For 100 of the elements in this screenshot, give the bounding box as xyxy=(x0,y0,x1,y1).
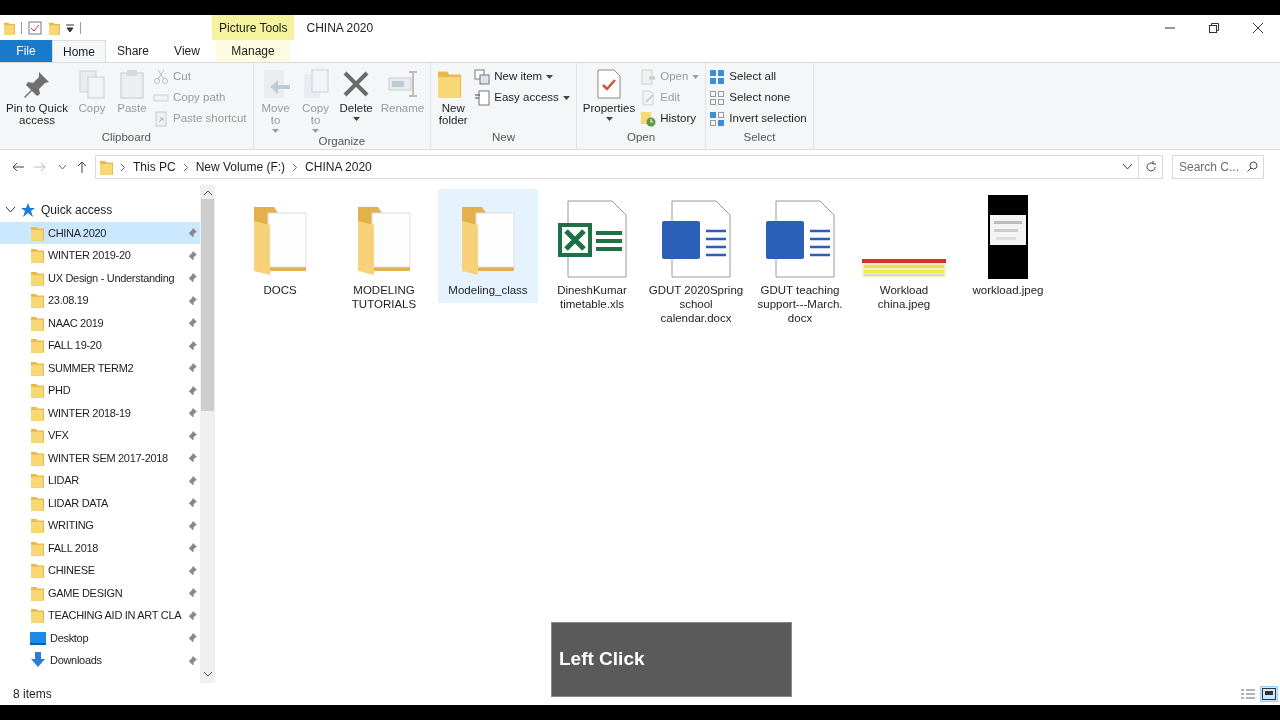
file-item[interactable]: Modeling_class xyxy=(438,189,538,303)
copy-icon xyxy=(76,68,108,100)
file-item[interactable]: MODELING TUTORIALS xyxy=(334,189,434,317)
file-name: Workload china.jpeg xyxy=(876,283,932,311)
folder-icon xyxy=(30,449,44,466)
address-bar[interactable]: This PC New Volume (F:) CHINA 2020 xyxy=(95,155,1163,179)
ribbon-button[interactable]: Properties xyxy=(579,66,639,129)
ribbon-button[interactable]: History xyxy=(640,108,703,129)
pin-icon xyxy=(188,430,197,440)
nav-item[interactable]: CHINA 2020 xyxy=(0,221,200,244)
pin-icon xyxy=(188,633,197,643)
folder-icon xyxy=(30,359,44,376)
ribbon-tab[interactable]: Home xyxy=(52,40,106,62)
ribbon-button[interactable]: Select none xyxy=(709,87,810,108)
nav-item[interactable]: WINTER 2018-19 xyxy=(0,401,200,424)
pin-icon xyxy=(188,273,197,283)
nav-item[interactable]: FALL 19-20 xyxy=(0,334,200,357)
nav-item[interactable]: VFX xyxy=(0,424,200,447)
ribbon-button[interactable]: Invert selection xyxy=(709,108,810,129)
nav-item[interactable]: PHD xyxy=(0,379,200,402)
breadcrumb[interactable]: CHINA 2020 xyxy=(305,158,372,176)
customize-icon xyxy=(66,23,74,32)
chevron-down-icon xyxy=(58,164,66,170)
expand-toggle[interactable] xyxy=(6,207,15,214)
breadcrumb[interactable]: This PC xyxy=(133,158,176,176)
nav-item[interactable]: GAME DESIGN xyxy=(0,581,200,604)
folder-icon xyxy=(30,382,44,399)
nav-item-label: LIDAR DATA xyxy=(48,495,109,511)
folder-icon xyxy=(30,607,44,624)
file-item[interactable]: DineshKumar timetable.xls xyxy=(542,189,642,317)
nav-item[interactable]: WINTER SEM 2017-2018 xyxy=(0,446,200,469)
ribbon-tab[interactable]: Manage xyxy=(216,40,290,62)
nav-item-label: CHINA 2020 xyxy=(48,225,107,241)
ribbon-tab[interactable]: Share xyxy=(106,40,160,62)
nav-item[interactable]: FALL 2018 xyxy=(0,536,200,559)
pin-icon xyxy=(188,385,197,395)
file-item[interactable]: DOCS xyxy=(230,189,330,303)
select-all-icon xyxy=(709,68,726,85)
nav-item-label: UX Design - Understanding xyxy=(48,270,175,286)
pin-icon xyxy=(188,498,197,508)
folder-icon xyxy=(30,337,44,354)
nav-item[interactable]: CHINESE xyxy=(0,559,200,582)
up-arrow-icon xyxy=(77,161,87,173)
download-icon xyxy=(30,652,46,669)
pin-icon xyxy=(188,250,197,260)
search-icon xyxy=(1247,161,1258,172)
folder-icon xyxy=(99,159,113,175)
nav-item[interactable]: 23.08.19 xyxy=(0,289,200,312)
nav-item-label: TEACHING AID IN ART CLA xyxy=(48,608,182,623)
nav-item[interactable]: WRITING xyxy=(0,514,200,537)
ribbon-button[interactable]: Select all xyxy=(709,66,810,87)
breadcrumb[interactable]: New Volume (F:) xyxy=(195,158,286,176)
ribbon-button[interactable]: Easy access xyxy=(474,87,573,108)
ribbon-button[interactable]: Pin to Quick access xyxy=(3,66,71,129)
ribbon-button[interactable]: Delete xyxy=(336,66,376,133)
nav-item-label: WINTER SEM 2017-2018 xyxy=(48,450,168,466)
file-item[interactable]: Workload china.jpeg xyxy=(854,189,954,317)
nav-item[interactable]: LIDAR DATA xyxy=(0,491,200,514)
document-file-icon xyxy=(764,199,836,279)
pin-icon xyxy=(188,565,197,575)
search-field[interactable]: Search C... xyxy=(1172,155,1264,179)
nav-item[interactable]: Downloads xyxy=(0,649,200,672)
group-label: Open xyxy=(626,130,657,145)
pin-icon xyxy=(188,610,197,620)
nav-item[interactable]: SUMMER TERM2 xyxy=(0,356,200,379)
ribbon-tab[interactable]: View xyxy=(160,40,214,62)
file-item[interactable]: GDUT 2020Spring school calendar.docx xyxy=(646,189,746,331)
folder-icon xyxy=(30,584,44,601)
nav-item-label: NAAC 2019 xyxy=(48,315,104,331)
ribbon-tab[interactable]: File xyxy=(0,40,52,62)
file-item[interactable]: GDUT teaching support---March. docx xyxy=(750,189,850,331)
view-button[interactable] xyxy=(1260,686,1278,702)
star-icon xyxy=(21,203,35,218)
spreadsheet-file-icon xyxy=(556,199,628,279)
nav-item-label: Downloads xyxy=(50,653,102,668)
folder-icon xyxy=(30,517,44,534)
nav-item[interactable]: LIDAR xyxy=(0,469,200,492)
open-icon xyxy=(640,68,657,85)
file-item[interactable]: workload.jpeg xyxy=(958,189,1058,303)
folder-icon xyxy=(30,494,44,511)
ribbon-button[interactable]: New folder xyxy=(434,66,473,129)
scissors-icon xyxy=(153,68,169,85)
nav-item[interactable]: TEACHING AID IN ART CLA xyxy=(0,604,200,627)
file-name: Modeling_class xyxy=(447,283,529,297)
nav-item[interactable]: NAAC 2019 xyxy=(0,311,200,334)
scrollbar[interactable] xyxy=(200,185,215,683)
nav-item[interactable]: Desktop xyxy=(0,626,200,649)
nav-item[interactable]: UX Design - Understanding xyxy=(0,266,200,289)
chevron-down-icon xyxy=(6,207,15,214)
chevron-right-icon xyxy=(293,163,298,171)
new-item-icon xyxy=(474,68,491,85)
nav-item[interactable]: WINTER 2019-20 xyxy=(0,244,200,267)
window-title: CHINA 2020 xyxy=(306,19,374,37)
chevron-down-icon xyxy=(1123,164,1132,170)
folder-icon xyxy=(30,247,44,264)
nav-item-label: 23.08.19 xyxy=(48,293,89,308)
large-icons-view-icon xyxy=(1262,688,1276,700)
nav-item[interactable]: Quick access xyxy=(41,201,113,220)
pin-icon xyxy=(188,295,197,305)
ribbon-button[interactable]: New item xyxy=(474,66,573,87)
